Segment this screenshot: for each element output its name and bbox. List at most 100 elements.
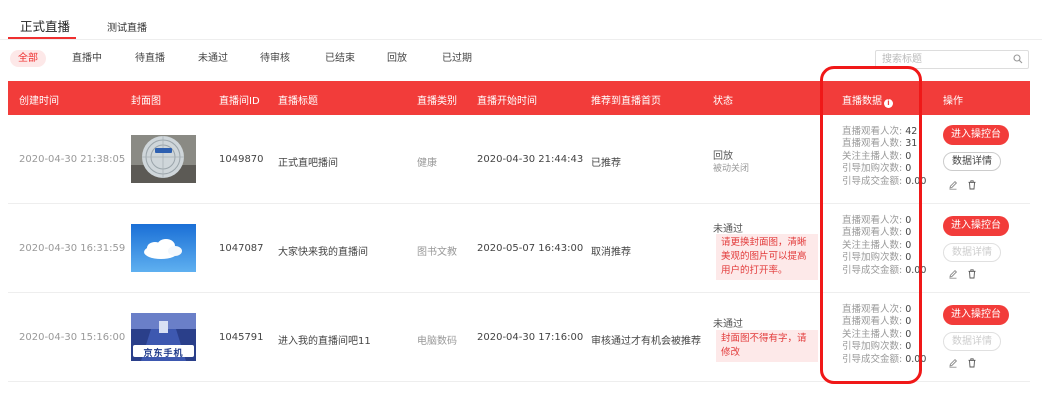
cover-image: 京东手机 (131, 313, 196, 361)
stat-views: 直播观看人次: 0 (842, 215, 926, 227)
stat-value: 0 (905, 150, 912, 162)
header-ops: 操作 (943, 96, 963, 107)
stat-value: 0 (905, 304, 912, 315)
filter-rejected[interactable]: 未通过 (198, 50, 228, 67)
stat-label: 关注主播人数: (842, 150, 906, 162)
start-time: 2020-04-30 17:16:00 (477, 332, 584, 343)
stat-follows: 关注主播人数: 0 (842, 151, 926, 163)
enter-console-button[interactable]: 进入操控台 (943, 125, 1009, 145)
header-room-id: 直播间ID (219, 96, 260, 107)
header-start-time: 直播开始时间 (477, 96, 537, 107)
reject-reason: 封面图不得有字，请修改 (716, 330, 818, 362)
stat-value: 42 (905, 126, 918, 137)
stat-value: 0 (905, 215, 912, 226)
data-detail-button[interactable]: 数据详情 (943, 332, 1001, 351)
filter-upcoming[interactable]: 待直播 (135, 50, 165, 67)
live-category: 图书文教 (417, 247, 457, 258)
recommend-status: 已推荐 (591, 158, 621, 169)
stat-gmv: 引导成交金额: 0.00 (842, 176, 926, 188)
stat-value: 0 (905, 252, 912, 264)
delete-icon[interactable] (967, 269, 977, 279)
stat-label: 引导加购次数: (842, 252, 906, 264)
live-stats: 直播观看人次: 0 直播观看人数: 0 关注主播人数: 0 引导加购次数: 0 … (842, 215, 926, 277)
search-input[interactable] (876, 51, 1004, 68)
tab-formal-live[interactable]: 正式直播 (20, 16, 70, 35)
stat-label: 直播观看人次: (842, 215, 906, 226)
data-detail-button[interactable]: 数据详情 (943, 243, 1001, 262)
live-status: 未通过 (713, 319, 743, 330)
tab-test-live[interactable]: 测试直播 (107, 19, 147, 34)
header-data: 直播数据 i (842, 92, 893, 108)
enter-console-button[interactable]: 进入操控台 (943, 216, 1009, 236)
stat-value: 0 (905, 328, 912, 340)
live-type-tabs: 正式直播 测试直播 (0, 0, 1042, 40)
stat-value: 0 (905, 163, 912, 175)
stat-label: 关注主播人数: (842, 328, 906, 340)
tabs-divider (0, 39, 1042, 40)
stat-viewers: 直播观看人数: 31 (842, 138, 926, 150)
cover-image (131, 224, 196, 272)
start-time: 2020-04-30 21:44:43 (477, 154, 584, 165)
edit-icon[interactable] (948, 358, 958, 368)
live-status: 回放 (713, 151, 733, 162)
stat-viewers: 直播观看人数: 0 (842, 316, 926, 328)
room-id: 1047087 (219, 243, 264, 254)
header-recommend: 推荐到直播首页 (591, 96, 661, 107)
data-detail-button[interactable]: 数据详情 (943, 152, 1001, 171)
delete-icon[interactable] (967, 358, 977, 368)
cover-image (131, 135, 196, 183)
stat-add-to-cart: 引导加购次数: 0 (842, 163, 926, 175)
live-title: 大家快来我的直播间 (278, 247, 368, 258)
header-created: 创建时间 (19, 96, 59, 107)
filter-replay[interactable]: 回放 (387, 50, 407, 67)
stat-add-to-cart: 引导加购次数: 0 (842, 252, 926, 264)
start-time: 2020-05-07 16:43:00 (477, 243, 584, 254)
stat-label: 引导加购次数: (842, 341, 906, 353)
room-id: 1049870 (219, 154, 264, 165)
enter-console-button[interactable]: 进入操控台 (943, 305, 1009, 325)
live-stats: 直播观看人次: 0 直播观看人数: 0 关注主播人数: 0 引导加购次数: 0 … (842, 304, 926, 366)
live-category: 健康 (417, 158, 437, 169)
room-id: 1045791 (219, 332, 264, 343)
stat-label: 直播观看人次: (842, 304, 906, 315)
filter-live[interactable]: 直播中 (72, 50, 102, 67)
live-status: 未通过 (713, 224, 743, 235)
header-status: 状态 (713, 96, 733, 107)
stat-value: 0 (905, 227, 912, 239)
live-category: 电脑数码 (417, 336, 457, 347)
filter-ended[interactable]: 已结束 (325, 50, 355, 67)
stat-add-to-cart: 引导加购次数: 0 (842, 341, 926, 353)
edit-icon[interactable] (948, 180, 958, 190)
stat-views: 直播观看人次: 42 (842, 126, 926, 138)
cover-image-text: 京东手机 (143, 349, 184, 359)
table-row: 2020-04-30 21:38:05 1049870 正式直吧播间 健康 20… (8, 115, 1030, 204)
stat-label: 直播观看人数: (842, 138, 906, 150)
stat-gmv: 引导成交金额: 0.00 (842, 265, 926, 277)
live-stats: 直播观看人次: 42 直播观看人数: 31 关注主播人数: 0 引导加购次数: … (842, 126, 926, 188)
stat-value: 0.00 (905, 353, 927, 365)
live-title: 进入我的直播间吧11 (278, 336, 371, 347)
stat-label: 关注主播人数: (842, 239, 906, 251)
stat-follows: 关注主播人数: 0 (842, 240, 926, 252)
filter-pending-review[interactable]: 待审核 (260, 50, 290, 67)
stat-label: 直播观看人数: (842, 316, 906, 328)
stat-value: 31 (905, 138, 918, 150)
info-icon[interactable]: i (884, 99, 893, 108)
stat-value: 0 (905, 316, 912, 328)
stat-label: 引导加购次数: (842, 163, 906, 175)
created-time: 2020-04-30 16:31:59 (19, 243, 126, 254)
search-icon[interactable] (1013, 54, 1023, 64)
filter-expired[interactable]: 已过期 (442, 50, 472, 67)
created-time: 2020-04-30 21:38:05 (19, 154, 126, 165)
stat-follows: 关注主播人数: 0 (842, 329, 926, 341)
recommend-status: 审核通过才有机会被推荐 (591, 336, 701, 347)
stat-label: 引导成交金额: (842, 175, 906, 187)
delete-icon[interactable] (967, 180, 977, 190)
stat-viewers: 直播观看人数: 0 (842, 227, 926, 239)
search-box (875, 50, 1029, 69)
filter-all[interactable]: 全部 (10, 50, 46, 67)
table-row: 2020-04-30 15:16:00 京东手机 1045791 进入我的直播间… (8, 293, 1030, 382)
stat-label: 直播观看人次: (842, 126, 906, 137)
edit-icon[interactable] (948, 269, 958, 279)
stat-views: 直播观看人次: 0 (842, 304, 926, 316)
